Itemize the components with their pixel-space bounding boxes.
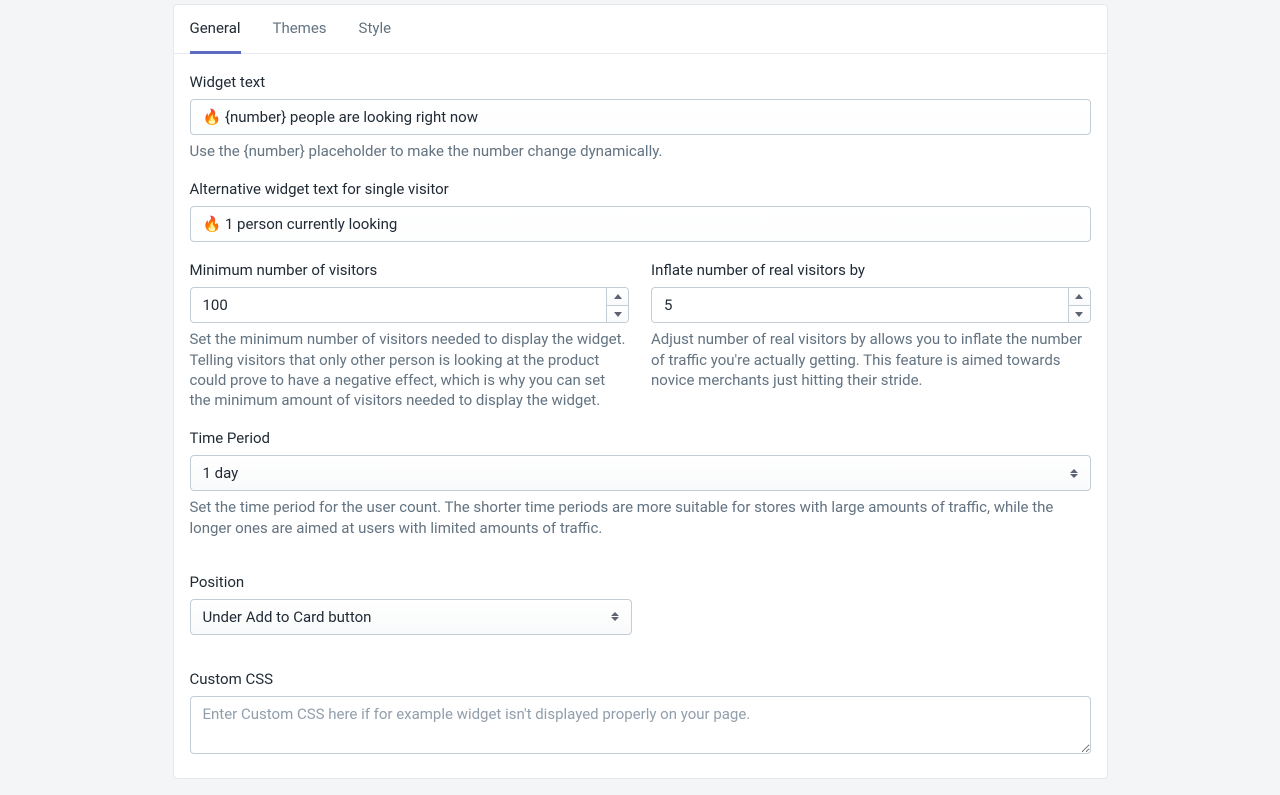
min-visitors-field	[190, 287, 630, 323]
inflate-help: Adjust number of real visitors by allows…	[651, 329, 1091, 390]
tab-general[interactable]: General	[190, 5, 241, 54]
caret-up-icon	[1075, 294, 1083, 299]
alt-text-section: Alternative widget text for single visit…	[190, 179, 1091, 242]
caret-up-icon	[614, 294, 622, 299]
custom-css-section: Custom CSS	[190, 669, 1091, 758]
min-visitors-help: Set the minimum number of visitors neede…	[190, 329, 630, 410]
min-visitors-section: Minimum number of visitors Set the minim…	[190, 260, 630, 410]
tab-bar: General Themes Style	[174, 5, 1107, 54]
min-visitors-spinner	[606, 288, 628, 322]
inflate-label: Inflate number of real visitors by	[651, 260, 1091, 281]
time-period-value: 1 day	[203, 464, 239, 482]
caret-down-icon	[614, 312, 622, 317]
time-period-section: Time Period 1 day Set the time period fo…	[190, 428, 1091, 538]
alt-text-input[interactable]	[190, 206, 1091, 242]
visitors-row: Minimum number of visitors Set the minim…	[190, 260, 1091, 410]
min-visitors-label: Minimum number of visitors	[190, 260, 630, 281]
inflate-spinner	[1068, 288, 1090, 322]
time-period-help: Set the time period for the user count. …	[190, 497, 1091, 538]
inflate-field	[651, 287, 1091, 323]
position-value: Under Add to Card button	[203, 608, 372, 626]
widget-text-label: Widget text	[190, 72, 1091, 93]
inflate-down[interactable]	[1069, 306, 1090, 323]
position-label: Position	[190, 572, 1091, 593]
caret-down-icon	[1075, 312, 1083, 317]
inflate-up[interactable]	[1069, 288, 1090, 306]
position-section: Position Under Add to Card button	[190, 572, 1091, 635]
select-caret-icon	[611, 612, 619, 621]
time-period-select[interactable]: 1 day	[190, 455, 1091, 491]
min-visitors-down[interactable]	[607, 306, 628, 323]
inflate-input[interactable]	[652, 288, 1068, 322]
alt-text-label: Alternative widget text for single visit…	[190, 179, 1091, 200]
min-visitors-up[interactable]	[607, 288, 628, 306]
widget-text-input[interactable]	[190, 99, 1091, 135]
tab-style[interactable]: Style	[359, 5, 392, 54]
time-period-label: Time Period	[190, 428, 1091, 449]
position-select[interactable]: Under Add to Card button	[190, 599, 632, 635]
custom-css-label: Custom CSS	[190, 669, 1091, 690]
inflate-section: Inflate number of real visitors by Adjus…	[651, 260, 1091, 410]
settings-content: Widget text Use the {number} placeholder…	[174, 54, 1107, 778]
widget-text-section: Widget text Use the {number} placeholder…	[190, 72, 1091, 161]
widget-text-help: Use the {number} placeholder to make the…	[190, 141, 1091, 161]
custom-css-input[interactable]	[190, 696, 1091, 754]
select-caret-icon	[1070, 469, 1078, 478]
settings-card: General Themes Style Widget text Use the…	[173, 4, 1108, 779]
tab-themes[interactable]: Themes	[273, 5, 327, 54]
min-visitors-input[interactable]	[191, 288, 607, 322]
